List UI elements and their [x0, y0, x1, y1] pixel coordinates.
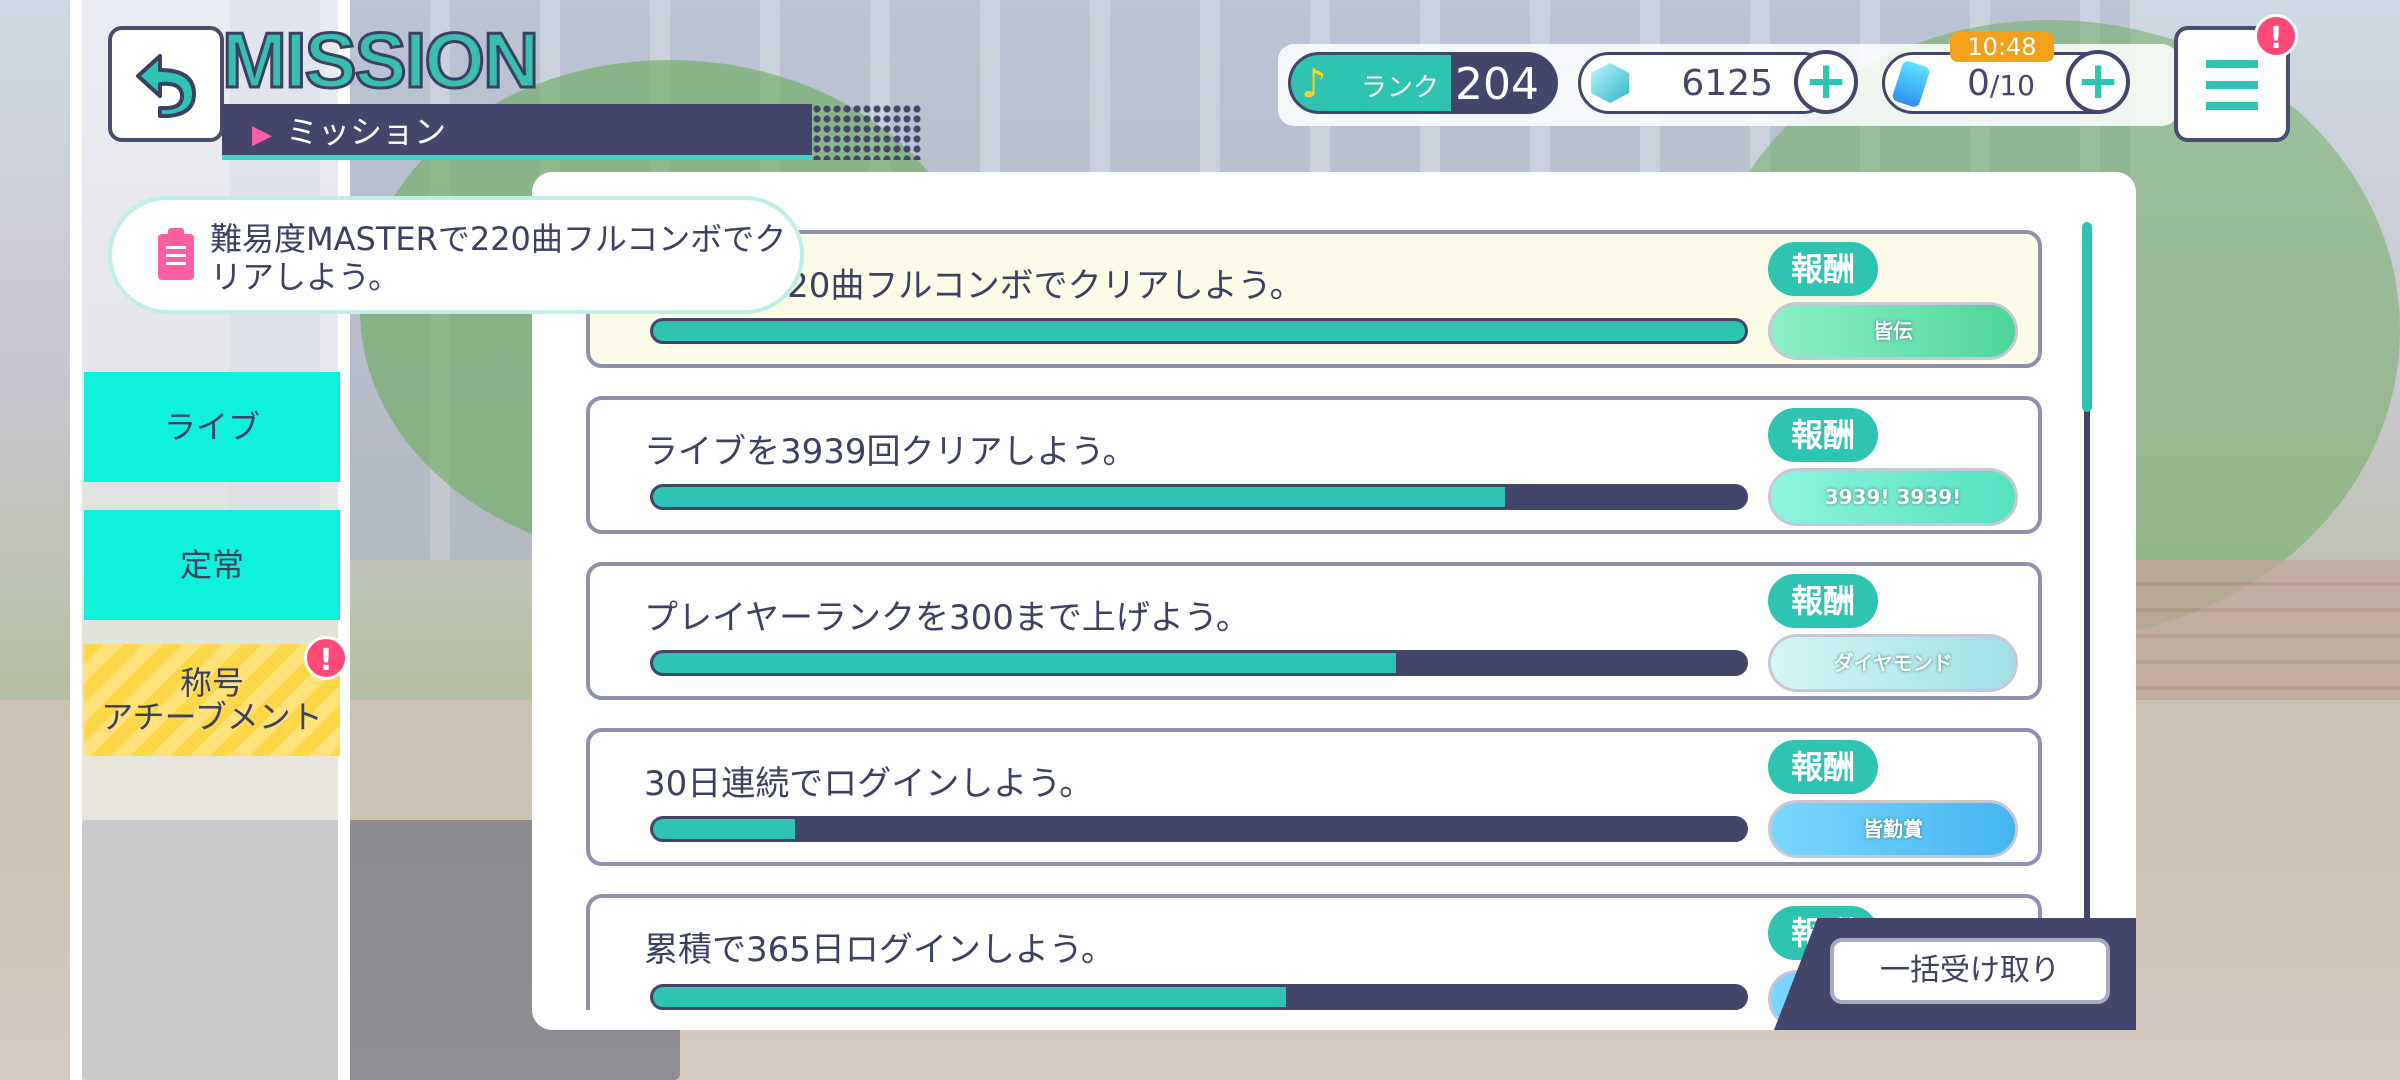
mission-tooltip: 難易度MASTERで220曲フルコンボでクリアしよう。 — [108, 196, 804, 314]
add-gems-button[interactable]: + — [1794, 50, 1858, 114]
mission-progress-fill — [653, 321, 1745, 341]
crystal-gem-icon — [1591, 63, 1629, 103]
mission-item[interactable]: ライブを3939回クリアしよう。 報酬 3939! 3939! — [586, 396, 2042, 534]
energy-max: /10 — [1989, 69, 2035, 102]
back-arrow-icon — [136, 54, 196, 118]
page-subtitle: ▶ ミッション — [222, 104, 922, 160]
music-note-icon: ♪ — [1301, 61, 1327, 107]
reward-nameplate[interactable]: ダイヤモンド — [1768, 634, 2018, 692]
tab-title-achievement[interactable]: 称号 アチーブメント — [84, 644, 340, 756]
mission-progress-bar — [650, 816, 1748, 842]
reward-label: 報酬 — [1768, 408, 1878, 462]
page-title: MISSION — [220, 16, 540, 104]
scrollbar-thumb[interactable] — [2082, 222, 2092, 412]
mission-progress-bar — [650, 984, 1748, 1010]
reward-label: 報酬 — [1768, 574, 1878, 628]
halftone-decoration — [812, 104, 922, 160]
mission-item[interactable]: プレイヤーランクを300まで上げよう。 報酬 ダイヤモンド — [586, 562, 2042, 700]
reward-nameplate[interactable]: 皆伝 — [1768, 302, 2018, 360]
mission-text: ライブを3939回クリアしよう。 — [644, 432, 1137, 472]
menu-notification-badge: ! — [2254, 14, 2298, 58]
energy-timer: 10:48 — [1950, 32, 2054, 62]
mission-progress-bar — [650, 484, 1748, 510]
back-button[interactable] — [108, 26, 224, 142]
mission-progress-bar — [650, 650, 1748, 676]
rank-label: ランク — [1361, 73, 1440, 103]
page-title-block: MISSION ▶ ミッション — [220, 16, 922, 160]
add-energy-button[interactable]: + — [2066, 50, 2130, 114]
battery-icon — [1891, 59, 1931, 109]
mission-item[interactable]: 30日連続でログインしよう。 報酬 皆勤賞 — [586, 728, 2042, 866]
mission-text: 30日連続でログインしよう。 — [644, 764, 1094, 804]
rank-value: 204 — [1455, 59, 1539, 110]
reward-label: 報酬 — [1768, 242, 1878, 296]
tab-regular[interactable]: 定常 — [84, 510, 340, 620]
clipboard-icon — [158, 228, 194, 280]
tab-title-label-line2: アチーブメント — [101, 698, 323, 736]
page-subtitle-text: ミッション — [286, 113, 447, 151]
plus-icon: + — [1804, 51, 1848, 111]
mission-text: 累積で365日ログインしよう。 — [644, 930, 1115, 970]
play-triangle-icon: ▶ — [252, 120, 272, 150]
energy-value: 0/10 — [1967, 63, 2035, 104]
hamburger-menu-icon — [2206, 60, 2258, 110]
collect-all-button[interactable]: 一括受け取り — [1830, 938, 2110, 1004]
gem-value: 6125 — [1681, 63, 1773, 104]
plus-icon: + — [2076, 51, 2120, 111]
mission-text: プレイヤーランクを300まで上げよう。 — [644, 598, 1250, 638]
reward-label: 報酬 — [1768, 740, 1878, 794]
mission-item[interactable]: STERで220曲フルコンボでクリアしよう。 報酬 皆伝 — [586, 230, 2042, 368]
reward-nameplate[interactable]: 皆勤賞 — [1768, 800, 2018, 858]
tab-live[interactable]: ライブ — [84, 372, 340, 482]
tab-title-label-line1: 称号 — [179, 664, 244, 702]
reward-nameplate[interactable]: 3939! 3939! — [1768, 468, 2018, 526]
energy-current: 0 — [1967, 63, 1990, 104]
mission-progress-fill — [653, 653, 1396, 673]
mission-progress-fill — [653, 987, 1287, 1007]
mission-progress-bar — [650, 318, 1748, 344]
rank-display: ♪ ランク 204 — [1288, 52, 1558, 114]
mission-progress-fill — [653, 487, 1505, 507]
tab-notification-badge: ! — [304, 636, 348, 680]
tooltip-text: 難易度MASTERで220曲フルコンボでクリアしよう。 — [210, 220, 787, 296]
mission-progress-fill — [653, 819, 795, 839]
